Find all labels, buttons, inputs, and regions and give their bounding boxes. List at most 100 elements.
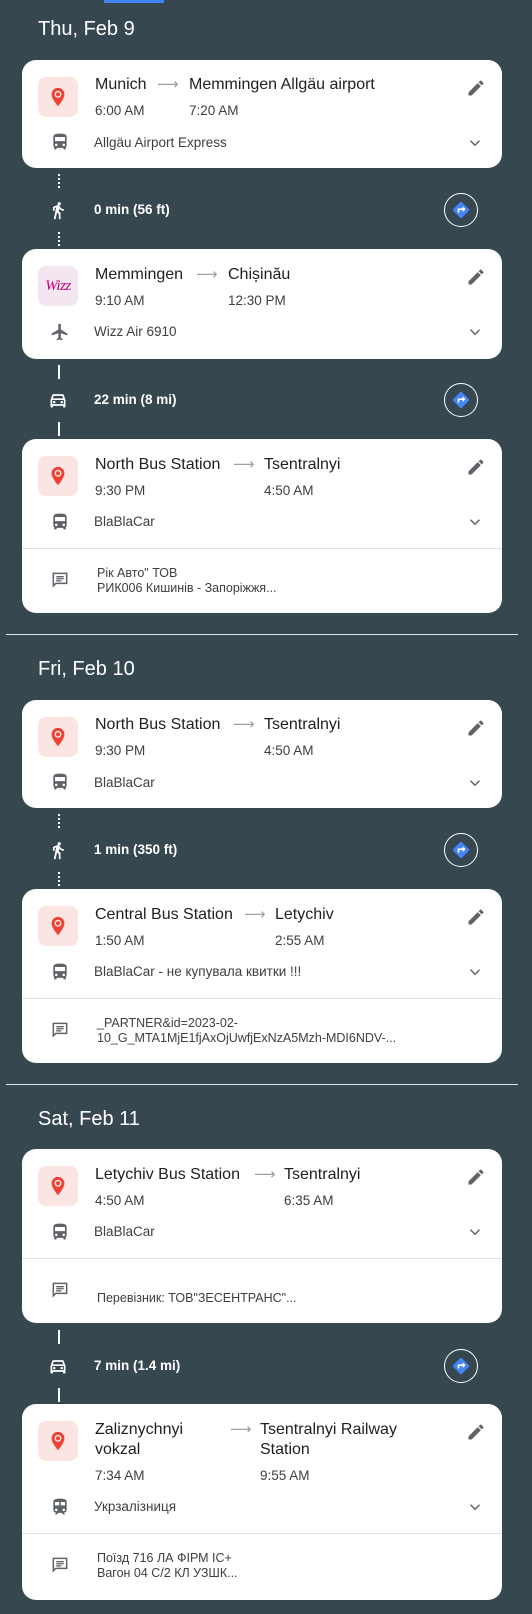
directions-button[interactable]	[444, 833, 478, 867]
connection-row: 0 min (56 ft)	[48, 190, 528, 230]
day-header: Fri, Feb 10	[38, 658, 135, 680]
chevron-down-icon[interactable]	[466, 963, 484, 981]
destination-city: Tsentralnyi	[264, 716, 341, 733]
departure-time: 9:10 AM	[95, 293, 145, 308]
origin-city: North Bus Station	[95, 456, 221, 473]
arrow-right-icon: ⟶	[157, 76, 179, 93]
carrier-name: BlaBlaCar	[94, 1224, 155, 1239]
connector-line	[58, 232, 60, 246]
destination-city: Memmingen Allgäu airport	[189, 76, 375, 93]
trip-note[interactable]: Поїзд 716 ЛА ФІРМ IC+ Вагон 04 С/2 КЛ УЗ…	[97, 1551, 238, 1581]
arrival-time: 4:50 AM	[264, 743, 314, 758]
trip-segment-card[interactable]: Munich ⟶ Memmingen Allgäu airport 6:00 A…	[22, 60, 502, 168]
carrier-name: Укрзалізниця	[94, 1499, 177, 1514]
carrier-name: BlaBlaCar	[94, 775, 155, 790]
departure-time: 9:30 PM	[95, 483, 146, 498]
chevron-down-icon[interactable]	[466, 513, 484, 531]
arrival-time: 12:30 PM	[228, 293, 286, 308]
carrier-name: BlaBlaCar	[94, 514, 155, 529]
pencil-icon[interactable]	[466, 267, 486, 287]
note-icon	[50, 570, 70, 590]
trip-segment-card[interactable]: Zaliznychnyi vokzal ⟶ Tsentralnyi Railwa…	[22, 1404, 502, 1600]
pencil-icon[interactable]	[466, 907, 486, 927]
arrival-time: 9:55 AM	[260, 1468, 310, 1483]
card-divider	[22, 1533, 502, 1534]
card-divider	[22, 1258, 502, 1259]
directions-button[interactable]	[444, 193, 478, 227]
trip-note[interactable]: Рік Авто" ТОВ РИК006 Кишинів - Запоріжжя…	[97, 566, 277, 596]
arrow-right-icon: ⟶	[244, 906, 266, 923]
bus-icon	[50, 772, 70, 792]
departure-time: 6:00 AM	[95, 103, 145, 118]
chevron-down-icon[interactable]	[466, 1498, 484, 1516]
trip-note[interactable]: Перевізник: ТОВ"ЗЕСЕНТРАНС"...	[97, 1291, 297, 1306]
arrival-time: 2:55 AM	[275, 933, 325, 948]
pencil-icon[interactable]	[466, 457, 486, 477]
destination-city: Chișinău	[228, 266, 291, 283]
chevron-down-icon[interactable]	[466, 323, 484, 341]
connection-duration: 1 min (350 ft)	[94, 842, 178, 857]
destination-city: Letychiv	[275, 906, 334, 923]
directions-icon	[451, 200, 471, 220]
pencil-icon[interactable]	[466, 1422, 486, 1442]
pencil-icon[interactable]	[466, 718, 486, 738]
departure-time: 7:34 AM	[95, 1468, 145, 1483]
bus-icon	[50, 962, 70, 982]
day-header: Thu, Feb 9	[38, 18, 135, 40]
map-pin-icon	[38, 77, 78, 117]
trip-segment-card[interactable]: Wizz Memmingen ⟶ Chișinău 9:10 AM 12:30 …	[22, 249, 502, 359]
connection-row: 22 min (8 mi)	[48, 380, 528, 420]
connection-row: 1 min (350 ft)	[48, 830, 528, 870]
map-pin-icon	[38, 456, 78, 496]
connection-duration: 22 min (8 mi)	[94, 392, 177, 407]
walk-icon	[48, 840, 68, 860]
directions-icon	[451, 840, 471, 860]
card-divider	[22, 548, 502, 549]
connector-line	[58, 814, 60, 828]
day-divider	[6, 634, 518, 635]
departure-time: 4:50 AM	[95, 1193, 145, 1208]
pencil-icon[interactable]	[466, 1167, 486, 1187]
chevron-down-icon[interactable]	[466, 134, 484, 152]
arrival-time: 7:20 AM	[189, 103, 239, 118]
trip-note[interactable]: _PARTNER&id=2023-02- 10_G_MTA1MjE1fjAxOj…	[97, 1016, 396, 1046]
connection-row: 7 min (1.4 mi)	[48, 1346, 528, 1386]
car-icon	[48, 390, 68, 410]
plane-icon	[50, 322, 70, 342]
arrow-right-icon: ⟶	[230, 1421, 252, 1438]
origin-city: North Bus Station	[95, 716, 221, 733]
train-icon	[50, 1497, 70, 1517]
chevron-down-icon[interactable]	[466, 1223, 484, 1241]
bus-icon	[50, 1222, 70, 1242]
arrow-right-icon: ⟶	[254, 1166, 276, 1183]
carrier-name: Wizz Air 6910	[94, 324, 177, 339]
trip-segment-card[interactable]: North Bus Station ⟶ Tsentralnyi 9:30 PM …	[22, 439, 502, 613]
arrival-time: 4:50 AM	[264, 483, 314, 498]
departure-time: 1:50 AM	[95, 933, 145, 948]
bus-icon	[50, 512, 70, 532]
trip-segment-card[interactable]: Central Bus Station ⟶ Letychiv 1:50 AM 2…	[22, 889, 502, 1063]
day-header: Sat, Feb 11	[38, 1108, 140, 1130]
directions-button[interactable]	[444, 383, 478, 417]
directions-button[interactable]	[444, 1349, 478, 1383]
car-icon	[48, 1356, 68, 1376]
destination-city: Tsentralnyi Railway Station	[260, 1421, 397, 1458]
directions-icon	[451, 390, 471, 410]
trip-segment-card[interactable]: Letychiv Bus Station ⟶ Tsentralnyi 4:50 …	[22, 1149, 502, 1323]
connection-duration: 7 min (1.4 mi)	[94, 1358, 181, 1373]
map-pin-icon	[38, 906, 78, 946]
connector-line	[58, 1330, 60, 1344]
pencil-icon[interactable]	[466, 78, 486, 98]
origin-city: Zaliznychnyi vokzal	[95, 1421, 184, 1458]
connection-duration: 0 min (56 ft)	[94, 202, 170, 217]
origin-city: Memmingen	[95, 266, 184, 283]
destination-city: Tsentralnyi	[284, 1166, 361, 1183]
day-divider	[6, 1084, 518, 1085]
map-pin-icon	[38, 1166, 78, 1206]
connector-line	[58, 365, 60, 379]
map-pin-icon	[38, 1421, 78, 1461]
departure-time: 9:30 PM	[95, 743, 146, 758]
chevron-down-icon[interactable]	[466, 774, 484, 792]
map-pin-icon	[38, 717, 78, 757]
trip-segment-card[interactable]: North Bus Station ⟶ Tsentralnyi 9:30 PM …	[22, 700, 502, 808]
